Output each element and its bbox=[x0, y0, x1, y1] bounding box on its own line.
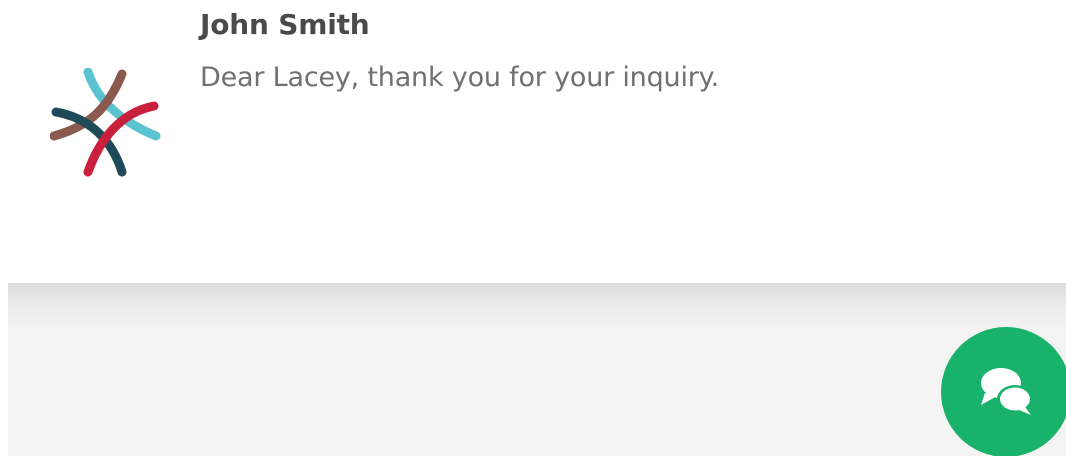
message-item[interactable]: John Smith Dear Lacey, thank you for you… bbox=[0, 0, 1066, 250]
chat-button[interactable] bbox=[941, 327, 1066, 456]
message-preview: Dear Lacey, thank you for your inquiry. bbox=[200, 62, 719, 93]
page: John Smith Dear Lacey, thank you for you… bbox=[0, 0, 1066, 456]
brand-logo-icon bbox=[49, 67, 161, 177]
chat-bubbles-icon bbox=[981, 368, 1033, 415]
sender-name: John Smith bbox=[200, 8, 370, 41]
avatar bbox=[49, 67, 162, 180]
footer-bar bbox=[8, 283, 1066, 456]
